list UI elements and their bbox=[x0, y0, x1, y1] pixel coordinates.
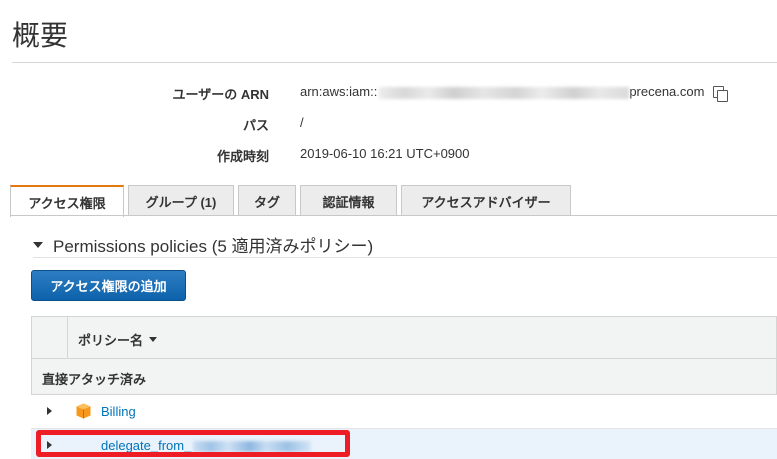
header-gutter bbox=[32, 317, 68, 358]
caret-down-icon bbox=[33, 241, 43, 248]
tab-permissions[interactable]: アクセス権限 bbox=[10, 185, 124, 217]
created-label: 作成時刻 bbox=[216, 149, 269, 164]
policy-link-billing[interactable]: Billing bbox=[101, 404, 136, 419]
summary-arn-row: ユーザーの ARN arn:aws:iam:: precena.com bbox=[0, 84, 777, 104]
tab-access-advisor[interactable]: アクセスアドバイザー bbox=[401, 185, 571, 216]
title-divider bbox=[12, 62, 777, 63]
path-label: パス bbox=[242, 118, 269, 133]
table-row: Billing bbox=[31, 395, 777, 429]
table-header: ポリシー名 bbox=[31, 316, 777, 359]
path-value: / bbox=[300, 115, 304, 130]
expand-caret-icon[interactable] bbox=[47, 407, 52, 415]
tab-credentials[interactable]: 認証情報 bbox=[300, 185, 397, 216]
add-permissions-button[interactable]: アクセス権限の追加 bbox=[31, 270, 186, 301]
created-value: 2019-06-10 16:21 UTC+0900 bbox=[300, 146, 470, 161]
arn-prefix: arn:aws:iam:: bbox=[300, 84, 378, 99]
arn-value: arn:aws:iam:: precena.com bbox=[300, 84, 729, 102]
arn-suffix: precena.com bbox=[629, 84, 705, 99]
arn-label: ユーザーの ARN bbox=[172, 87, 269, 102]
policy-link-delegate[interactable]: delegate_from_ bbox=[101, 438, 312, 453]
sort-caret-icon bbox=[149, 337, 158, 342]
group-row-attached-directly: 直接アタッチ済み bbox=[31, 359, 777, 395]
page-title: 概要 bbox=[12, 20, 69, 51]
tab-groups[interactable]: グループ (1) bbox=[128, 185, 234, 216]
table-row: delegate_from_ bbox=[31, 429, 777, 459]
tab-divider bbox=[10, 215, 777, 216]
tab-tags[interactable]: タグ bbox=[238, 185, 296, 216]
section-divider bbox=[33, 257, 777, 258]
column-header-policy-name[interactable]: ポリシー名 bbox=[78, 330, 158, 349]
summary-created-row: 作成時刻 2019-06-10 16:21 UTC+0900 bbox=[0, 146, 777, 166]
copy-icon[interactable] bbox=[712, 85, 729, 102]
section-title: Permissions policies (5 適用済みポリシー) bbox=[53, 237, 374, 256]
aws-managed-policy-icon bbox=[76, 403, 91, 419]
summary-path-row: パス / bbox=[0, 115, 777, 135]
expand-caret-icon[interactable] bbox=[47, 441, 52, 449]
group-label: 直接アタッチ済み bbox=[42, 372, 147, 387]
redacted-arn-segment bbox=[379, 86, 630, 99]
redacted-policy-name bbox=[193, 441, 312, 453]
permissions-section-header[interactable]: Permissions policies (5 適用済みポリシー) bbox=[33, 232, 373, 257]
